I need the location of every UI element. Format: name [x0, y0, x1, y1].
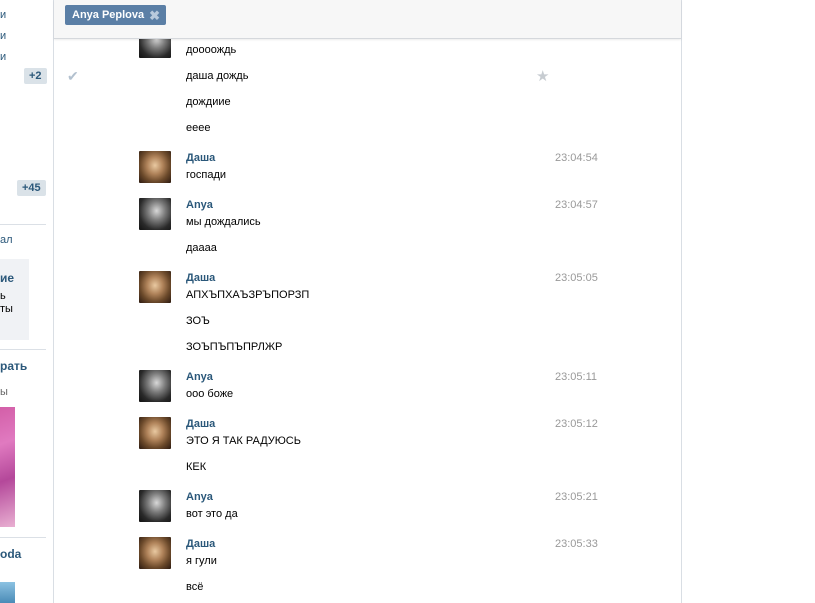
message-text: дождиие	[186, 96, 231, 108]
close-icon[interactable]: ✖	[149, 9, 160, 22]
promo-title[interactable]: ие	[0, 271, 14, 285]
message-time[interactable]: 23:05:05	[555, 272, 598, 284]
message-author[interactable]: Даша	[186, 538, 215, 550]
section-title[interactable]: oda	[0, 547, 21, 561]
message-time[interactable]: 23:05:12	[555, 418, 598, 430]
counter-badge[interactable]: +2	[24, 68, 47, 84]
message-author[interactable]: Anya	[186, 199, 213, 211]
message-text: доооождь	[186, 44, 237, 56]
avatar[interactable]	[139, 271, 171, 303]
section-title[interactable]: рать	[0, 359, 27, 373]
message-time[interactable]: 23:05:21	[555, 491, 598, 503]
divider	[0, 349, 46, 350]
message-text: госпади	[186, 169, 227, 181]
message-history[interactable]: ✔ ★ доооождь даша дождь дождиие ееее Даш…	[54, 0, 681, 603]
message-text: всё	[186, 581, 204, 593]
avatar[interactable]	[139, 370, 171, 402]
counter-badge[interactable]: +45	[17, 180, 46, 196]
message-text: я гули	[186, 555, 217, 567]
promo-text: ь	[0, 290, 6, 302]
sidebar-link-3[interactable]: и	[0, 51, 6, 63]
recipient-chip[interactable]: Anya Peplova ✖	[65, 5, 167, 25]
message-time[interactable]: 23:05:33	[555, 538, 598, 550]
message-time[interactable]: 23:04:57	[555, 199, 598, 211]
message-text: вот это да	[186, 508, 238, 520]
message-text: АПХЪПХАЪЗРЪПОРЗП	[186, 289, 310, 301]
star-icon[interactable]: ★	[536, 67, 549, 85]
message-author[interactable]: Даша	[186, 152, 215, 164]
message-text: ееее	[186, 122, 211, 134]
avatar[interactable]	[139, 417, 171, 449]
message-text: даааа	[186, 242, 217, 254]
avatar[interactable]	[139, 151, 171, 183]
message-text: даша дождь	[186, 70, 249, 82]
divider	[0, 224, 46, 225]
avatar[interactable]	[139, 537, 171, 569]
message-time[interactable]: 23:05:11	[555, 371, 597, 383]
message-text: КЕК	[186, 461, 207, 473]
conversation-header: Anya Peplova ✖	[54, 0, 681, 39]
avatar[interactable]	[139, 198, 171, 230]
message-time[interactable]: 23:04:54	[555, 152, 598, 164]
sidebar-link-4[interactable]: ал	[0, 234, 13, 246]
message-text: ЗОЪПЪПЪПРЛЖР	[186, 341, 283, 353]
message-author[interactable]: Anya	[186, 371, 213, 383]
check-icon[interactable]: ✔	[67, 68, 79, 85]
message-text: ЗОЪ	[186, 315, 210, 327]
message-text: ооо боже	[186, 388, 234, 400]
message-author[interactable]: Anya	[186, 491, 213, 503]
sidebar-link-2[interactable]: и	[0, 30, 6, 42]
avatar[interactable]	[139, 490, 171, 522]
message-author[interactable]: Даша	[186, 418, 215, 430]
message-text: ЭТО Я ТАК РАДУЮСЬ	[186, 435, 301, 447]
divider	[0, 537, 46, 538]
conversation-panel: ✔ ★ доооождь даша дождь дождиие ееее Даш…	[53, 0, 682, 603]
promo-text: ты	[0, 303, 13, 315]
section-text: ы	[0, 386, 8, 398]
message-author[interactable]: Даша	[186, 272, 215, 284]
sidebar-link-1[interactable]: и	[0, 9, 6, 21]
left-sidebar: и и и +2 +45 ал ие ь ты рать ы oda	[0, 0, 52, 603]
promo-photo[interactable]	[0, 407, 15, 527]
recipient-name: Anya Peplova	[72, 9, 145, 21]
message-text: мы дождались	[186, 216, 261, 228]
promo-photo[interactable]	[0, 582, 15, 603]
